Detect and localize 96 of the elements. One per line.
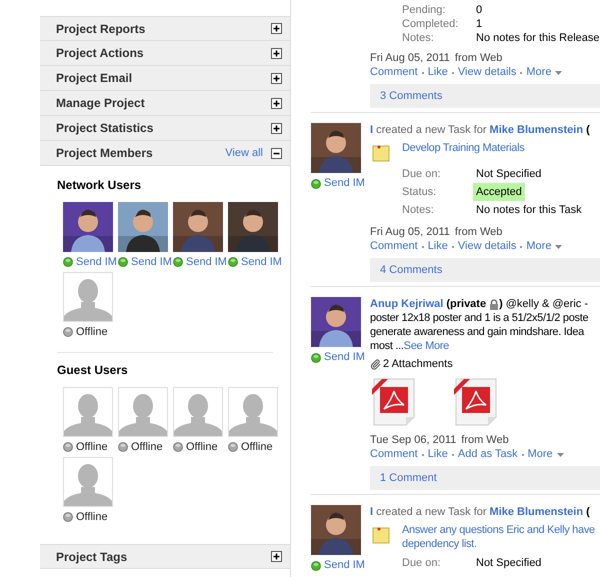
comments-bar[interactable]: 3 Comments <box>370 84 600 108</box>
bracket-text: ( <box>586 123 590 138</box>
post-source: from Web <box>454 51 502 65</box>
field-value: 1 <box>476 16 482 32</box>
action-link[interactable]: View details <box>458 64 516 81</box>
post-source: from Web <box>461 433 509 447</box>
expand-icon[interactable] <box>271 72 282 84</box>
section-title: Project Reports <box>56 20 146 38</box>
section-header[interactable]: Project Statistics <box>40 116 290 141</box>
expand-icon[interactable] <box>271 48 282 58</box>
caret-icon <box>555 70 562 74</box>
task-link[interactable]: Develop Training Materials <box>402 141 524 155</box>
offline-status: Offline <box>241 440 273 455</box>
action-link[interactable]: Add as Task <box>458 446 518 463</box>
group-title: Network Users <box>57 177 142 194</box>
comments-bar[interactable]: 4 Comments <box>370 258 600 282</box>
action-link[interactable]: View details <box>458 238 516 255</box>
field-label: Notes: <box>402 202 435 218</box>
send-im-link[interactable]: Send IM <box>241 254 282 270</box>
group-title: Guest Users <box>57 362 129 379</box>
field-value: No notes for this Task <box>476 202 582 218</box>
sticky-note-icon <box>372 144 390 162</box>
section-title: Project Tags <box>56 548 128 566</box>
section-header[interactable]: Manage Project <box>40 91 290 116</box>
author-link[interactable]: Anup Kejriwal <box>370 296 444 312</box>
field-value: Not Specified <box>476 166 542 182</box>
post-date: Fri Aug 05, 2011 <box>370 225 450 239</box>
comments-bar[interactable]: 1 Comment <box>370 466 600 490</box>
post-text: poster 12x18 poster and 1 is a 51/2x5/1/2 poste generate awareness and gain mindshare. Idea most ...See More <box>370 311 590 353</box>
send-im-link[interactable]: Send IM <box>324 175 365 192</box>
offline-status: Offline <box>186 440 218 455</box>
send-im-link[interactable]: Send IM <box>131 254 172 270</box>
action-link[interactable]: Comment <box>370 238 418 255</box>
sticky-note-icon <box>372 526 390 544</box>
section-title: Manage Project <box>56 95 146 112</box>
section-header[interactable]: Project Members View all <box>40 141 290 166</box>
view-all-link[interactable]: View all <box>225 144 263 162</box>
section-title: Project Email <box>56 70 134 87</box>
field-value: Accepted <box>473 182 525 202</box>
post-date: Fri Aug 05, 2011 <box>370 51 450 65</box>
more-menu[interactable]: More <box>526 64 562 81</box>
activity-text: created a new Task for <box>376 505 487 520</box>
field-value: No notes for this Release <box>476 30 600 46</box>
action-link[interactable]: Comment <box>370 64 418 81</box>
send-im-link[interactable]: Send IM <box>76 254 117 270</box>
send-im-link[interactable]: Send IM <box>186 254 227 270</box>
post-text: @kelly & @eric - <box>506 296 588 312</box>
person-link[interactable]: Mike Blumenstein <box>490 504 584 521</box>
field-value: Not Specified <box>476 556 542 571</box>
field-label: Notes: <box>402 30 435 46</box>
offline-status: Offline <box>76 324 108 340</box>
section-title: Project Statistics <box>56 120 154 137</box>
privacy-label: (private <box>446 296 486 312</box>
attachments-label: 2 Attachments <box>383 356 453 372</box>
send-im-link[interactable]: Send IM <box>324 557 365 574</box>
field-label: Completed: <box>402 16 460 32</box>
section-header[interactable]: Project Actions <box>40 41 290 66</box>
field-value: 0 <box>476 2 482 18</box>
expand-icon[interactable] <box>271 98 282 108</box>
expand-icon[interactable] <box>271 122 282 134</box>
caret-icon <box>555 244 562 248</box>
expand-icon[interactable] <box>271 551 282 562</box>
field-label: Due on: <box>402 166 442 182</box>
paperclip-icon <box>370 358 381 370</box>
offline-status: Offline <box>76 440 108 455</box>
field-label: Due on: <box>402 556 442 571</box>
offline-status: Offline <box>76 510 108 525</box>
expand-icon[interactable] <box>271 23 282 34</box>
more-menu[interactable]: More <box>528 446 564 463</box>
lock-icon <box>489 298 500 310</box>
activity-text: created a new Task for <box>376 123 487 138</box>
send-im-link[interactable]: Send IM <box>324 349 365 366</box>
collapse-icon[interactable] <box>271 148 282 158</box>
caret-icon <box>556 452 564 456</box>
more-menu[interactable]: More <box>526 238 562 255</box>
offline-status: Offline <box>131 440 163 455</box>
person-link[interactable]: Mike Blumenstein <box>490 122 584 139</box>
section-title: Project Actions <box>56 45 145 62</box>
section-header[interactable]: Project Tags <box>40 544 290 569</box>
field-label: Status: <box>402 184 438 200</box>
see-more-link[interactable]: See More <box>404 340 449 352</box>
action-link[interactable]: Like <box>428 64 448 81</box>
task-link[interactable]: Answer any questions Eric and Kelly have dependency list. <box>402 523 595 551</box>
section-title: Project Members <box>56 145 154 162</box>
action-link[interactable]: Like <box>428 238 448 255</box>
action-link[interactable]: Comment <box>370 446 418 463</box>
actor-link[interactable]: I <box>370 504 374 521</box>
field-label: Pending: <box>402 2 446 18</box>
actor-link[interactable]: I <box>370 122 374 139</box>
section-header[interactable]: Project Email <box>40 66 290 91</box>
section-header[interactable]: Project Reports <box>40 16 290 41</box>
bracket-text: ( <box>586 505 590 520</box>
post-date: Tue Sep 06, 2011 <box>370 433 456 447</box>
action-link[interactable]: Like <box>428 446 448 463</box>
post-source: from Web <box>454 225 502 239</box>
bracket-text: ) <box>499 296 503 312</box>
